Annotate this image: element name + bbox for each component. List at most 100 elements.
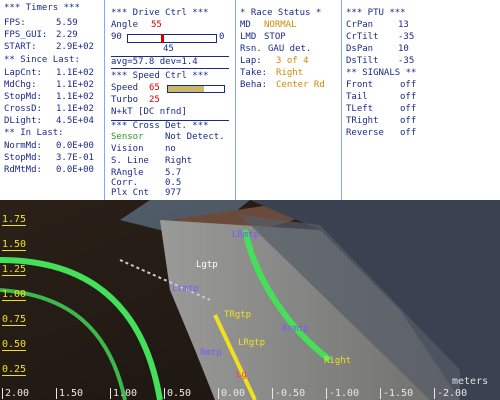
fps-value: 5.59 xyxy=(56,18,78,28)
ptu-crpan-label: CrPan xyxy=(346,20,374,30)
since-stopmd-value: 1.1E+02 xyxy=(56,92,94,102)
drive-ctrl-section: *** Drive Ctrl *** Angle 55 90 0 45 avg=… xyxy=(105,0,235,200)
race-beha-value: Center Rd xyxy=(276,80,325,90)
start-label: START: xyxy=(4,42,37,52)
cross-sline-label: S. Line xyxy=(111,156,149,166)
marker-trgtp: TRgtp xyxy=(224,310,252,320)
race-md-label: MD xyxy=(240,20,251,30)
since-last-title: ** Since Last: xyxy=(4,55,80,65)
signal-reverse-value: off xyxy=(400,128,417,138)
race-take-value: Right xyxy=(276,68,304,78)
avg-dev-readout: avg=57.8 dev=1.4 xyxy=(111,56,229,69)
x-tick-label: -1.50 xyxy=(380,388,413,399)
race-status-title: * Race Status * xyxy=(240,8,322,18)
speed-ctrl-title: *** Speed Ctrl *** xyxy=(111,71,209,81)
signals-title: ** SIGNALS ** xyxy=(346,68,417,78)
cross-sensor-value: Not Detect. xyxy=(165,132,225,142)
speed-bar xyxy=(167,85,225,93)
speed-value: 65 xyxy=(149,83,160,93)
ptu-crtilt-value: -35 xyxy=(398,32,415,42)
y-tick-label: 1.00 xyxy=(2,289,27,301)
marker-lrgtp: LRgtp xyxy=(238,338,266,348)
angle-slider-mid: 45 xyxy=(163,44,174,54)
race-lmd-value: STOP xyxy=(264,32,286,42)
angle-slider-thumb[interactable] xyxy=(161,34,165,43)
x-tick-label: 0.00 xyxy=(218,388,245,399)
angle-slider[interactable] xyxy=(127,34,217,43)
since-lapcnt-label: LapCnt: xyxy=(4,68,42,78)
start-value: 2.9E+02 xyxy=(56,42,94,52)
camera-view: LRmtp Lgtp Lrmtp TRgtp Rrmtp LRgtp Rmtp … xyxy=(0,200,500,400)
marker-rmtp: Rmtp xyxy=(200,348,222,358)
marker-right: Right xyxy=(324,356,352,366)
ptu-dstilt-value: -35 xyxy=(398,56,415,66)
units-label: meters xyxy=(452,376,489,387)
since-mdchg-value: 1.1E+02 xyxy=(56,80,94,90)
y-tick-label: 0.75 xyxy=(2,314,27,326)
since-dlight-label: DLight: xyxy=(4,116,42,126)
fps-gui-label: FPS_GUI: xyxy=(4,30,48,40)
signal-tright-value: off xyxy=(400,116,417,126)
y-tick-label: 0.50 xyxy=(2,339,27,351)
cross-pixcnt-value: 977 xyxy=(165,188,182,198)
cross-sline-value: Right xyxy=(165,156,193,166)
angle-label: Angle xyxy=(111,20,139,30)
cross-vision-label: Vision xyxy=(111,144,144,154)
race-rsn-label: Rsn. xyxy=(240,44,262,54)
marker-lgtp-top: LRmtp xyxy=(232,230,260,240)
angle-slider-max: 0 xyxy=(219,32,225,42)
race-rsn-value: GAU det. xyxy=(268,44,312,54)
ptu-title: *** PTU *** xyxy=(346,8,406,18)
since-mdchg-label: MdChg: xyxy=(4,80,37,90)
ptu-crpan-value: 13 xyxy=(398,20,409,30)
angle-value: 55 xyxy=(151,20,162,30)
x-tick-label: 0.50 xyxy=(164,388,191,399)
inlast-rdmtmd-label: RdMtMd: xyxy=(4,165,42,175)
marker-rrmtp: Rrmtp xyxy=(282,324,310,334)
signal-tleft-label: TLeft xyxy=(346,104,374,114)
signal-reverse-label: Reverse xyxy=(346,128,384,138)
ptu-dstilt-label: DsTilt xyxy=(346,56,379,66)
y-tick-label: 1.25 xyxy=(2,264,27,276)
telemetry-panel: *** Timers *** FPS: 5.59 FPS_GUI: 2.29 S… xyxy=(0,0,500,200)
race-lmd-label: LMD xyxy=(240,32,257,42)
y-tick-label: 1.75 xyxy=(2,214,27,226)
fps-gui-value: 2.29 xyxy=(56,30,78,40)
ptu-dspan-label: DsPan xyxy=(346,44,374,54)
race-md-value: NORMAL xyxy=(264,20,297,30)
ptu-crtilt-label: CrTilt xyxy=(346,32,379,42)
fps-label: FPS: xyxy=(4,18,26,28)
in-last-title: ** In Last: xyxy=(4,128,64,138)
x-tick-label: -2.00 xyxy=(434,388,467,399)
since-crossd-value: 1.1E+02 xyxy=(56,104,94,114)
y-tick-label: 1.50 xyxy=(2,239,27,251)
inlast-rdmtmd-value: 0.0E+00 xyxy=(56,165,94,175)
y-tick-label: 0.25 xyxy=(2,364,27,376)
race-lap-label: Lap: xyxy=(240,56,262,66)
x-tick-label: 1.50 xyxy=(56,388,83,399)
race-take-label: Take: xyxy=(240,68,268,78)
cross-pixcnt-label: Plx Cnt xyxy=(111,188,149,198)
cross-vision-value: no xyxy=(165,144,176,154)
inlast-normmd-label: NormMd: xyxy=(4,141,42,151)
signal-front-label: Front xyxy=(346,80,374,90)
since-dlight-value: 4.5E+04 xyxy=(56,116,94,126)
inlast-normmd-value: 0.0E+00 xyxy=(56,141,94,151)
signal-tleft-value: off xyxy=(400,104,417,114)
marker-lgtp: Lgtp xyxy=(196,260,218,270)
drive-ctrl-title: *** Drive Ctrl *** xyxy=(111,8,209,18)
cross-sensor-label: Sensor xyxy=(111,132,144,142)
marker-lg: Lg xyxy=(236,370,247,380)
x-tick-label: 1.00 xyxy=(110,388,137,399)
ptu-section: *** PTU *** CrPan 13 CrTilt -35 DsPan 10… xyxy=(342,0,500,200)
timers-title: *** Timers *** xyxy=(4,3,80,13)
inlast-stopmd-value: 3.7E-01 xyxy=(56,153,94,163)
angle-slider-min: 90 xyxy=(111,32,122,42)
timers-section: *** Timers *** FPS: 5.59 FPS_GUI: 2.29 S… xyxy=(0,0,104,200)
since-crossd-label: CrossD: xyxy=(4,104,42,114)
ptu-dspan-value: 10 xyxy=(398,44,409,54)
signal-front-value: off xyxy=(400,80,417,90)
since-stopmd-label: StopMd: xyxy=(4,92,42,102)
nxt-status: N+kT [DC nfnd] xyxy=(111,107,187,117)
inlast-stopmd-label: StopMd: xyxy=(4,153,42,163)
